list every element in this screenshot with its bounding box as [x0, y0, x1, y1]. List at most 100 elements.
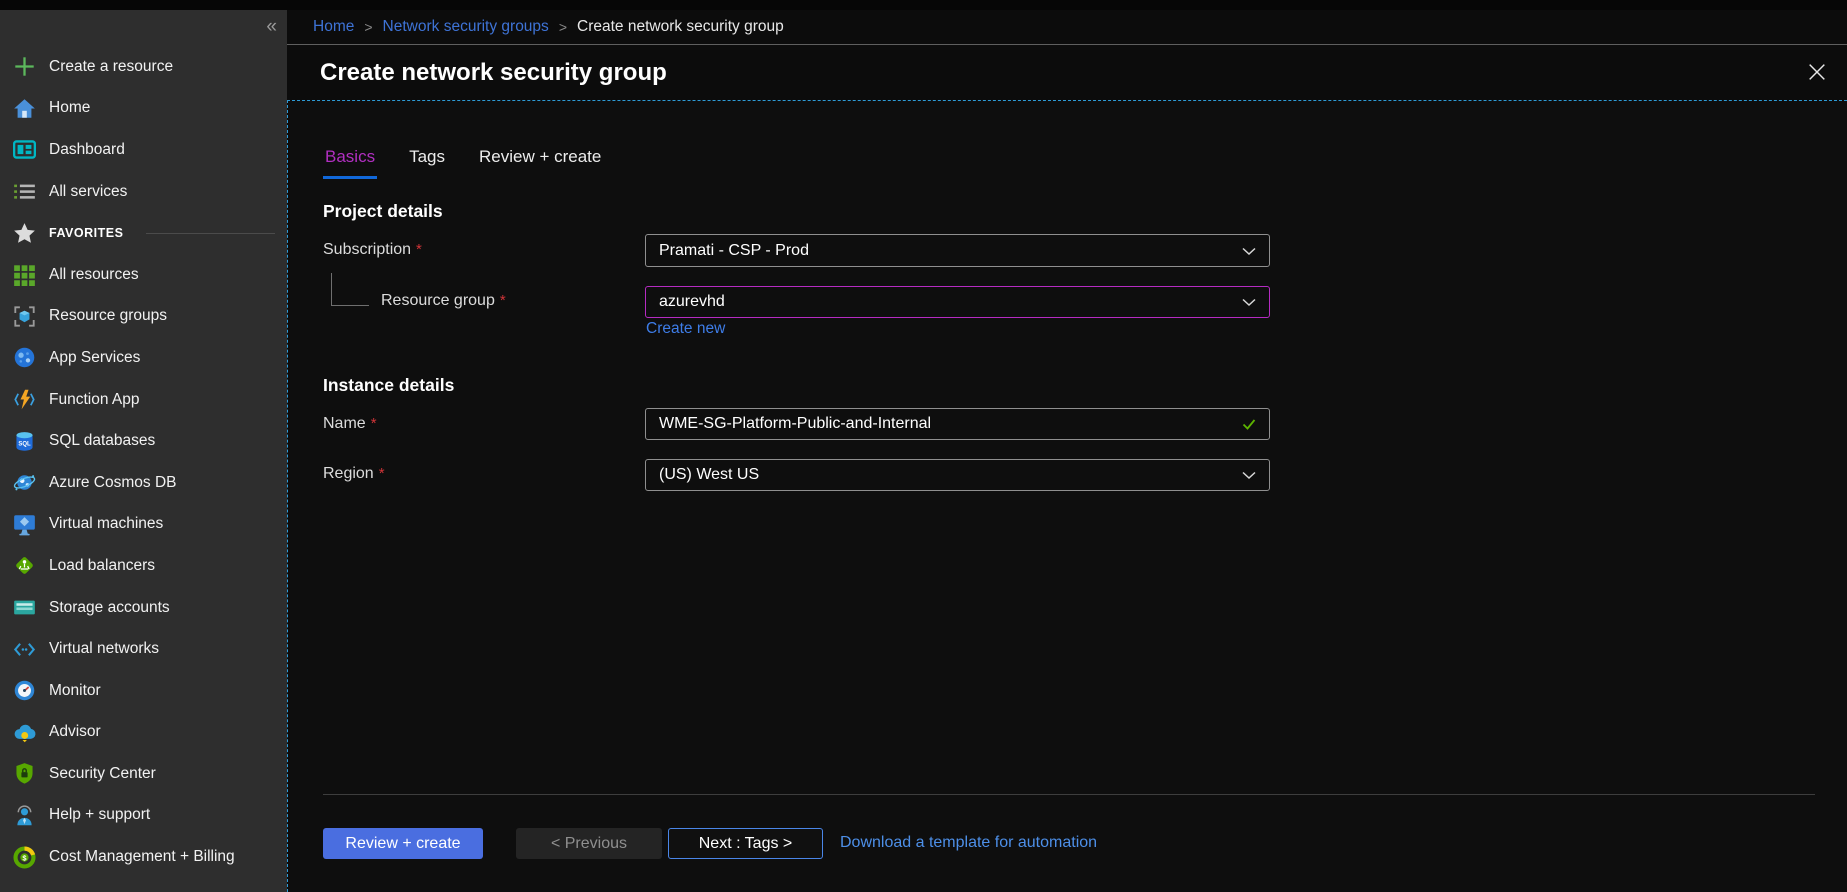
sql-icon: SQL: [13, 430, 36, 453]
create-nsg-blade: Basics Tags Review + create Project deta…: [287, 100, 1847, 892]
sidebar-item-label: Home: [49, 99, 90, 117]
next-tags-button[interactable]: Next : Tags >: [668, 828, 823, 859]
home-icon: [13, 97, 36, 120]
region-value: (US) West US: [659, 466, 759, 484]
page-title: Create network security group: [320, 59, 667, 87]
resource-group-label: Resource group*: [381, 292, 506, 310]
sidebar-item-dashboard[interactable]: Dashboard: [0, 129, 287, 171]
sidebar-item-monitor[interactable]: Monitor: [0, 670, 287, 712]
create-new-link[interactable]: Create new: [646, 320, 725, 338]
tab-review-create[interactable]: Review + create: [477, 145, 603, 179]
resource-group-value: azurevhd: [659, 293, 725, 311]
sidebar-item-app-services[interactable]: App Services: [0, 337, 287, 379]
sidebar-item-label: Virtual networks: [49, 640, 159, 658]
tab-basics[interactable]: Basics: [323, 145, 377, 179]
footer-divider: [323, 794, 1815, 795]
region-label: Region*: [323, 465, 385, 483]
sidebar-item-label: Advisor: [49, 723, 101, 741]
sidebar-section-label: FAVORITES: [49, 226, 123, 240]
breadcrumb-home-link[interactable]: Home: [313, 18, 354, 36]
sidebar-item-security-center[interactable]: Security Center: [0, 753, 287, 795]
blade-header: Create network security group: [287, 45, 1847, 100]
security-icon: [13, 762, 36, 785]
project-details-header: Project details: [323, 201, 443, 222]
breadcrumb-separator-icon: >: [559, 19, 567, 35]
resource-group-icon: [13, 305, 36, 328]
vm-icon: [13, 513, 36, 536]
cosmos-icon: [13, 471, 36, 494]
required-marker: *: [379, 465, 385, 482]
chevron-down-icon: [1241, 243, 1257, 259]
sidebar-item-label: SQL databases: [49, 432, 155, 450]
tab-tags[interactable]: Tags: [407, 145, 447, 179]
sidebar-item-function-app[interactable]: Function App: [0, 379, 287, 421]
sidebar-item-create-a-resource[interactable]: Create a resource: [0, 46, 287, 88]
favorites-divider: [146, 233, 275, 234]
sidebar-item-label: Storage accounts: [49, 599, 170, 617]
close-icon[interactable]: [1803, 58, 1831, 86]
name-value: WME-SG-Platform-Public-and-Internal: [659, 415, 931, 433]
sidebar-item-resource-groups[interactable]: Resource groups: [0, 296, 287, 338]
sidebar: « Create a resource Home Dashboard All s…: [0, 10, 287, 892]
resource-group-dropdown[interactable]: azurevhd: [645, 286, 1270, 318]
nested-field-connector: [331, 273, 369, 306]
name-input[interactable]: WME-SG-Platform-Public-and-Internal: [645, 408, 1270, 440]
monitor-icon: [13, 679, 36, 702]
sidebar-item-label: Security Center: [49, 765, 156, 783]
load-balancer-icon: [13, 554, 36, 577]
chevron-down-icon: [1241, 467, 1257, 483]
sidebar-item-label: App Services: [49, 349, 140, 367]
cost-icon: $: [13, 846, 36, 869]
required-marker: *: [500, 292, 506, 309]
sidebar-item-label: Virtual machines: [49, 515, 163, 533]
plus-icon: [13, 55, 36, 78]
sidebar-item-label: Load balancers: [49, 557, 155, 575]
sidebar-item-load-balancers[interactable]: Load balancers: [0, 545, 287, 587]
sidebar-item-all-resources[interactable]: All resources: [0, 254, 287, 296]
storage-icon: [13, 596, 36, 619]
grid-icon: [13, 263, 36, 286]
sidebar-item-all-services[interactable]: All services: [0, 171, 287, 213]
previous-button[interactable]: < Previous: [516, 828, 662, 859]
sidebar-item-label: All resources: [49, 266, 139, 284]
sidebar-item-virtual-networks[interactable]: Virtual networks: [0, 628, 287, 670]
sidebar-item-help-support[interactable]: Help + support: [0, 795, 287, 837]
sidebar-nav: Create a resource Home Dashboard All ser…: [0, 46, 287, 878]
sidebar-item-label: All services: [49, 183, 127, 201]
sidebar-item-sql-databases[interactable]: SQL SQL databases: [0, 420, 287, 462]
vnet-icon: [13, 638, 36, 661]
subscription-dropdown[interactable]: Pramati - CSP - Prod: [645, 234, 1270, 267]
required-marker: *: [416, 241, 422, 258]
sidebar-item-azure-cosmos-db[interactable]: Azure Cosmos DB: [0, 462, 287, 504]
sidebar-item-label: Resource groups: [49, 307, 167, 325]
download-template-link[interactable]: Download a template for automation: [840, 834, 1097, 852]
sidebar-item-label: Create a resource: [49, 58, 173, 76]
chevron-down-icon: [1241, 294, 1257, 310]
region-dropdown[interactable]: (US) West US: [645, 459, 1270, 491]
sidebar-item-label: Azure Cosmos DB: [49, 474, 176, 492]
review-create-button[interactable]: Review + create: [323, 828, 483, 859]
star-icon: [13, 222, 36, 245]
wizard-tabs: Basics Tags Review + create: [323, 145, 603, 179]
help-icon: [13, 804, 36, 827]
sidebar-item-label: Function App: [49, 391, 139, 409]
valid-check-icon: [1241, 416, 1257, 432]
sidebar-collapse-icon[interactable]: «: [266, 16, 277, 38]
name-label: Name*: [323, 415, 377, 433]
breadcrumb-current: Create network security group: [577, 18, 784, 36]
sidebar-item-cost-management-billing[interactable]: $ Cost Management + Billing: [0, 836, 287, 878]
sidebar-item-advisor[interactable]: Advisor: [0, 712, 287, 754]
breadcrumb-nsg-link[interactable]: Network security groups: [383, 18, 549, 36]
sidebar-item-label: Help + support: [49, 806, 150, 824]
function-icon: [13, 388, 36, 411]
advisor-icon: [13, 721, 36, 744]
sidebar-item-home[interactable]: Home: [0, 88, 287, 130]
svg-text:SQL: SQL: [18, 441, 31, 447]
sidebar-item-label: Monitor: [49, 682, 101, 700]
dashboard-icon: [13, 138, 36, 161]
sidebar-item-storage-accounts[interactable]: Storage accounts: [0, 587, 287, 629]
sidebar-item-virtual-machines[interactable]: Virtual machines: [0, 504, 287, 546]
breadcrumb-separator-icon: >: [364, 19, 372, 35]
sidebar-item-label: Dashboard: [49, 141, 125, 159]
app-services-icon: [13, 346, 36, 369]
